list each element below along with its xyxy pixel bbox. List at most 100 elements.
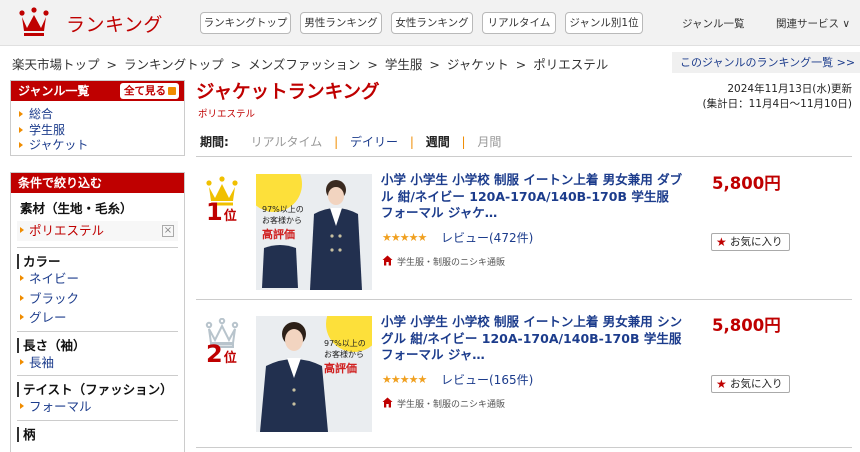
nav-genre-first-button[interactable]: ジャンル別1位 xyxy=(565,12,643,34)
page-subtitle: ポリエステル xyxy=(198,109,256,120)
related-services-menu[interactable]: 関連サービス ∨ xyxy=(776,16,850,31)
thumb-text-3: 高評価 xyxy=(324,361,357,375)
rating-stars: ★★★★★ xyxy=(382,373,427,386)
period-daily-link[interactable]: デイリー xyxy=(350,135,398,149)
show-all-button[interactable]: 全て見る xyxy=(120,83,179,99)
review-link[interactable]: レビュー(472件) xyxy=(441,229,533,246)
filter-section-color: カラー ネイビー ブラック グレー xyxy=(17,254,178,332)
filter-header: 条件で絞り込む xyxy=(11,173,184,193)
favorite-button[interactable]: ★ お気に入り xyxy=(711,375,790,393)
product-name-link[interactable]: 小学 小学生 小学校 制服 イートン上着 男女兼用 ダブル 紺/ネイビー 120… xyxy=(381,172,685,222)
nav-male-ranking-button[interactable]: 男性ランキング xyxy=(300,12,382,34)
crown-logo-icon[interactable] xyxy=(18,7,50,37)
nav-female-ranking-button[interactable]: 女性ランキング xyxy=(391,12,473,34)
period-monthly: 月間 xyxy=(477,135,502,149)
filter-title-sleeve: 長さ（袖） xyxy=(17,337,178,353)
filter-item-long-sleeve[interactable]: 長袖 xyxy=(17,353,178,373)
genre-list-title: ジャンル一覧 xyxy=(18,84,90,98)
filter-title-taste: テイスト（ファッション） xyxy=(17,382,178,397)
nav-ranking-top-button[interactable]: ランキングトップ xyxy=(200,12,291,34)
page-title: ジャケットランキング xyxy=(196,82,380,103)
thumb-text-2: お客様から xyxy=(262,215,302,225)
breadcrumb: 楽天市場トップ > ランキングトップ > メンズファッション > 学生服 > ジャケット > ポリエ… xyxy=(12,54,608,73)
rank-unit: 位 xyxy=(223,209,237,224)
breadcrumb-separator: > xyxy=(429,57,440,72)
product-image[interactable]: 97%以上の お客様から 高評価 xyxy=(256,174,372,290)
breadcrumb-separator: > xyxy=(515,57,527,72)
rank-unit: 位 xyxy=(223,351,237,366)
filter-item-black[interactable]: ブラック xyxy=(17,289,178,309)
shop-house-icon xyxy=(382,397,393,408)
thumb-text-3: 高評価 xyxy=(262,227,295,241)
filter-section-pattern: 柄 xyxy=(17,426,178,442)
nav-realtime-button[interactable]: リアルタイム xyxy=(482,12,556,34)
filter-item-formal[interactable]: フォーマル xyxy=(17,397,178,417)
breadcrumb-item[interactable]: 楽天市場トップ xyxy=(12,57,100,72)
rating-stars: ★★★★★ xyxy=(382,231,427,244)
period-label: 期間: xyxy=(200,135,229,149)
filter-section-material: 素材（生地・毛糸） ポリエステル × xyxy=(17,193,178,248)
filter-panel: 条件で絞り込む 素材（生地・毛糸） ポリエステル × カラー ネイビー ブラック… xyxy=(10,172,185,452)
favorite-button[interactable]: ★ お気に入り xyxy=(711,233,790,251)
filter-section-taste: テイスト（ファッション） フォーマル xyxy=(17,382,178,421)
genre-list-panel: ジャンル一覧 全て見る 総合 学生服 ジャケット xyxy=(10,80,185,156)
filter-item-gray[interactable]: グレー xyxy=(17,308,178,328)
period-divider: | xyxy=(461,135,466,149)
ranking-brand-link[interactable]: ランキング xyxy=(66,10,163,37)
breadcrumb-separator: > xyxy=(230,57,242,72)
genre-item-jacket[interactable]: ジャケット xyxy=(11,138,184,154)
filter-section-sleeve: 長さ（袖） 長袖 xyxy=(17,337,178,376)
period-selector: 期間: リアルタイム | デイリー | 週間 | 月間 xyxy=(196,127,852,157)
star-icon: ★ xyxy=(716,235,727,249)
ranking-item: 1位 97%以上の お客様から 高評価 小学 小学生 小学校 制服 イートン上着… xyxy=(196,158,852,300)
product-name-link[interactable]: 小学 小学生 小学校 制服 イートン上着 男女兼用 シングル 紺/ネイビー 12… xyxy=(381,314,685,364)
filter-item-navy[interactable]: ネイビー xyxy=(17,269,178,289)
thumb-text-2: お客様から xyxy=(324,349,364,359)
favorite-label: お気に入り xyxy=(730,236,783,248)
update-date: 2024年11月13日(水)更新 xyxy=(727,83,852,95)
shop-link[interactable]: 学生服・制服のニシキ通販 xyxy=(382,255,505,268)
period-realtime: リアルタイム xyxy=(250,135,323,149)
product-price: 5,800円 xyxy=(712,316,781,335)
shop-name: 学生服・制服のニシキ通販 xyxy=(397,258,506,268)
shop-name: 学生服・制服のニシキ通販 xyxy=(397,400,506,410)
remove-filter-icon[interactable]: × xyxy=(162,225,174,237)
product-price: 5,800円 xyxy=(712,174,781,193)
genre-ranking-list-link[interactable]: このジャンルのランキング一覧 >> xyxy=(672,52,860,73)
filter-selected-polyester[interactable]: ポリエステル × xyxy=(17,221,178,241)
header-bar: ランキング ランキングトップ 男性ランキング 女性ランキング リアルタイム ジャ… xyxy=(0,0,860,46)
ranking-item: 2位 97%以上の お客様から 高評価 小学 小学生 小学校 制服 イートン上着… xyxy=(196,300,852,448)
breadcrumb-item[interactable]: 学生服 xyxy=(385,57,423,72)
genre-list-link[interactable]: ジャンル一覧 xyxy=(682,16,744,31)
breadcrumb-separator: > xyxy=(106,57,117,72)
aggregation-period: (集計日：11月4日～11月10日) xyxy=(702,98,852,110)
period-weekly-current: 週間 xyxy=(425,135,450,149)
thumb-text-1: 97%以上の xyxy=(262,205,304,214)
breadcrumb-item-current[interactable]: ポリエステル xyxy=(533,57,608,72)
period-divider: | xyxy=(409,135,414,149)
shop-house-icon xyxy=(382,255,393,266)
review-link[interactable]: レビュー(165件) xyxy=(441,371,533,388)
filter-selected-label: ポリエステル xyxy=(29,223,105,238)
breadcrumb-item[interactable]: ランキングトップ xyxy=(124,57,224,72)
favorite-label: お気に入り xyxy=(730,378,783,390)
genre-item-all[interactable]: 総合 xyxy=(11,107,184,123)
filter-title-pattern: 柄 xyxy=(17,426,178,442)
product-image-graphic: 97%以上の お客様から 高評価 xyxy=(256,174,372,290)
star-icon: ★ xyxy=(716,377,727,391)
product-image[interactable]: 97%以上の お客様から 高評価 xyxy=(256,316,372,432)
rank-value: 2 xyxy=(206,340,223,368)
genre-list-header: ジャンル一覧 全て見る xyxy=(11,81,184,101)
update-info: 2024年11月13日(水)更新 (集計日：11月4日～11月10日) xyxy=(703,82,852,112)
shop-link[interactable]: 学生服・制服のニシキ通販 xyxy=(382,397,505,410)
product-image-graphic: 97%以上の お客様から 高評価 xyxy=(256,316,372,432)
filter-title-material: 素材（生地・毛糸） xyxy=(20,201,133,216)
genre-item-school-uniform[interactable]: 学生服 xyxy=(11,123,184,139)
breadcrumb-item[interactable]: メンズファッション xyxy=(248,57,360,72)
rank-value: 1 xyxy=(206,198,223,226)
breadcrumb-separator: > xyxy=(367,57,378,72)
period-divider: | xyxy=(334,135,339,149)
filter-title-color: カラー xyxy=(17,254,178,269)
breadcrumb-item[interactable]: ジャケット xyxy=(447,57,509,72)
rank-number: 2位 xyxy=(206,340,237,368)
